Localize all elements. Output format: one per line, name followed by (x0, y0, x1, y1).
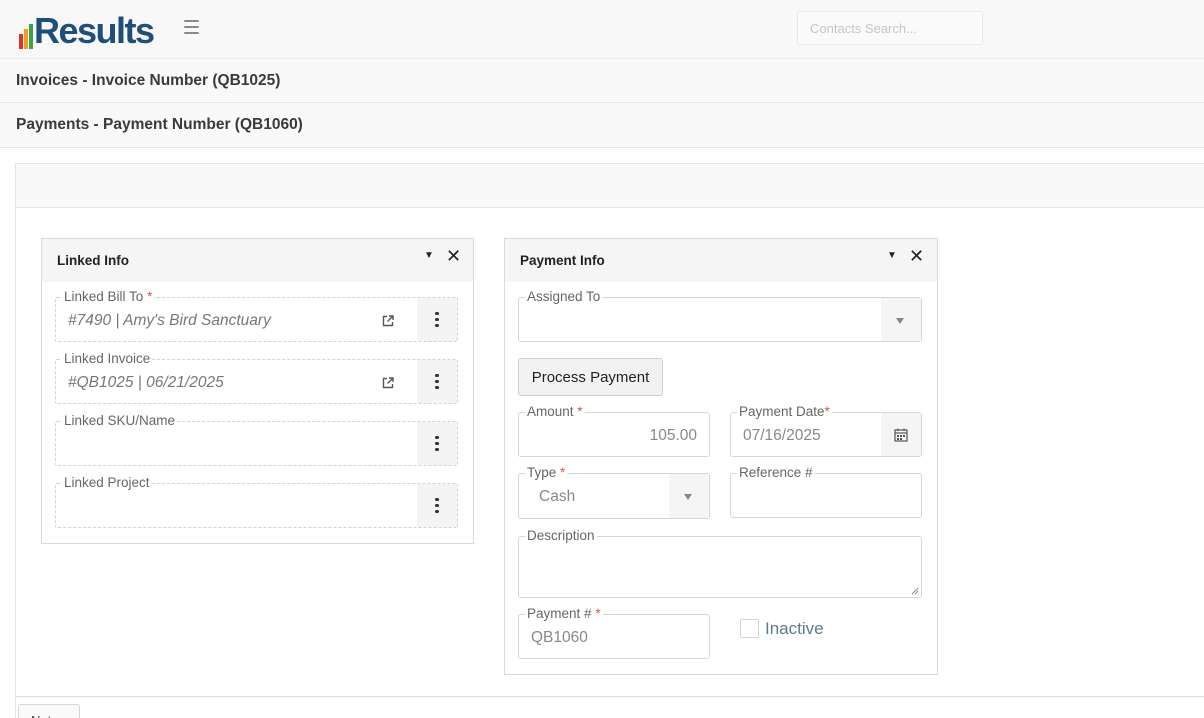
type-value: Cash (539, 488, 576, 505)
results-logo[interactable]: Results (19, 9, 155, 51)
invoice-breadcrumb[interactable]: Invoices - Invoice Number (QB1025) (0, 58, 1204, 103)
linked-invoice-value: #QB1025 | 06/21/2025 (68, 374, 224, 391)
payment-number-field[interactable]: Payment # * QB1060 (518, 606, 710, 659)
assigned-to-select[interactable]: Assigned To (518, 289, 922, 342)
inactive-label[interactable]: Inactive (765, 619, 824, 639)
kebab-menu-icon[interactable] (417, 422, 457, 465)
external-link-icon[interactable] (382, 315, 394, 327)
close-icon[interactable]: ✕ (909, 246, 924, 266)
contacts-search-input[interactable] (797, 11, 983, 45)
linked-invoice-field[interactable]: Linked Invoice #QB1025 | 06/21/2025 (55, 351, 458, 404)
payment-info-header: Payment Info ▼ ✕ (505, 239, 937, 282)
linked-bill-to-value: #7490 | Amy's Bird Sanctuary (68, 312, 271, 329)
inactive-checkbox[interactable] (740, 619, 759, 638)
dropdown-arrow-icon[interactable] (669, 474, 709, 518)
top-header: Results (0, 0, 1204, 58)
external-link-icon[interactable] (382, 377, 394, 389)
close-icon[interactable]: ✕ (446, 246, 461, 266)
caret-down-icon[interactable]: ▼ (887, 250, 897, 261)
logo-text: Results (34, 10, 155, 51)
linked-info-header: Linked Info ▼ ✕ (42, 239, 473, 282)
reference-number-label: Reference # (737, 465, 815, 481)
description-textarea[interactable]: Description (518, 528, 922, 598)
linked-invoice-label: Linked Invoice (62, 351, 153, 367)
payment-number-label: Payment # * (525, 606, 603, 622)
linked-project-label: Linked Project (62, 475, 152, 491)
caret-down-icon[interactable]: ▼ (424, 250, 434, 261)
payment-date-field[interactable]: Payment Date* 07/16/2025 (730, 404, 922, 457)
linked-bill-to-field[interactable]: Linked Bill To * #7490 | Amy's Bird Sanc… (55, 289, 458, 342)
linked-project-field[interactable]: Linked Project (55, 475, 458, 528)
dropdown-arrow-icon[interactable] (881, 298, 921, 341)
linked-bill-to-label: Linked Bill To * (62, 289, 155, 305)
assigned-to-label: Assigned To (525, 289, 603, 305)
amount-label: Amount * (525, 404, 585, 420)
amount-field[interactable]: Amount * 105.00 (518, 404, 710, 457)
hamburger-menu-icon[interactable] (184, 20, 199, 34)
main-toolbar (16, 164, 1204, 208)
process-payment-button[interactable]: Process Payment (518, 358, 663, 396)
kebab-menu-icon[interactable] (417, 484, 457, 527)
payment-info-title: Payment Info (520, 253, 605, 268)
resize-handle-icon[interactable] (911, 587, 919, 595)
calendar-icon[interactable] (881, 413, 921, 456)
amount-value: 105.00 (649, 427, 697, 444)
kebab-menu-icon[interactable] (417, 298, 457, 341)
payment-number-value: QB1060 (531, 629, 588, 646)
logo-bars-icon (19, 23, 33, 49)
section-divider (16, 696, 1204, 697)
payment-date-value: 07/16/2025 (743, 427, 821, 444)
kebab-menu-icon[interactable] (417, 360, 457, 403)
payment-page-title: Payments - Payment Number (QB1060) (0, 103, 1204, 148)
reference-number-field[interactable]: Reference # (730, 465, 922, 518)
tab-notes[interactable]: Notes (18, 704, 80, 718)
type-label: Type * (525, 465, 568, 481)
linked-sku-name-field[interactable]: Linked SKU/Name (55, 413, 458, 466)
payment-date-label: Payment Date* (737, 404, 832, 420)
type-select[interactable]: Type * Cash (518, 465, 710, 519)
description-label: Description (525, 528, 597, 544)
linked-info-title: Linked Info (57, 253, 129, 268)
linked-sku-name-label: Linked SKU/Name (62, 413, 178, 429)
